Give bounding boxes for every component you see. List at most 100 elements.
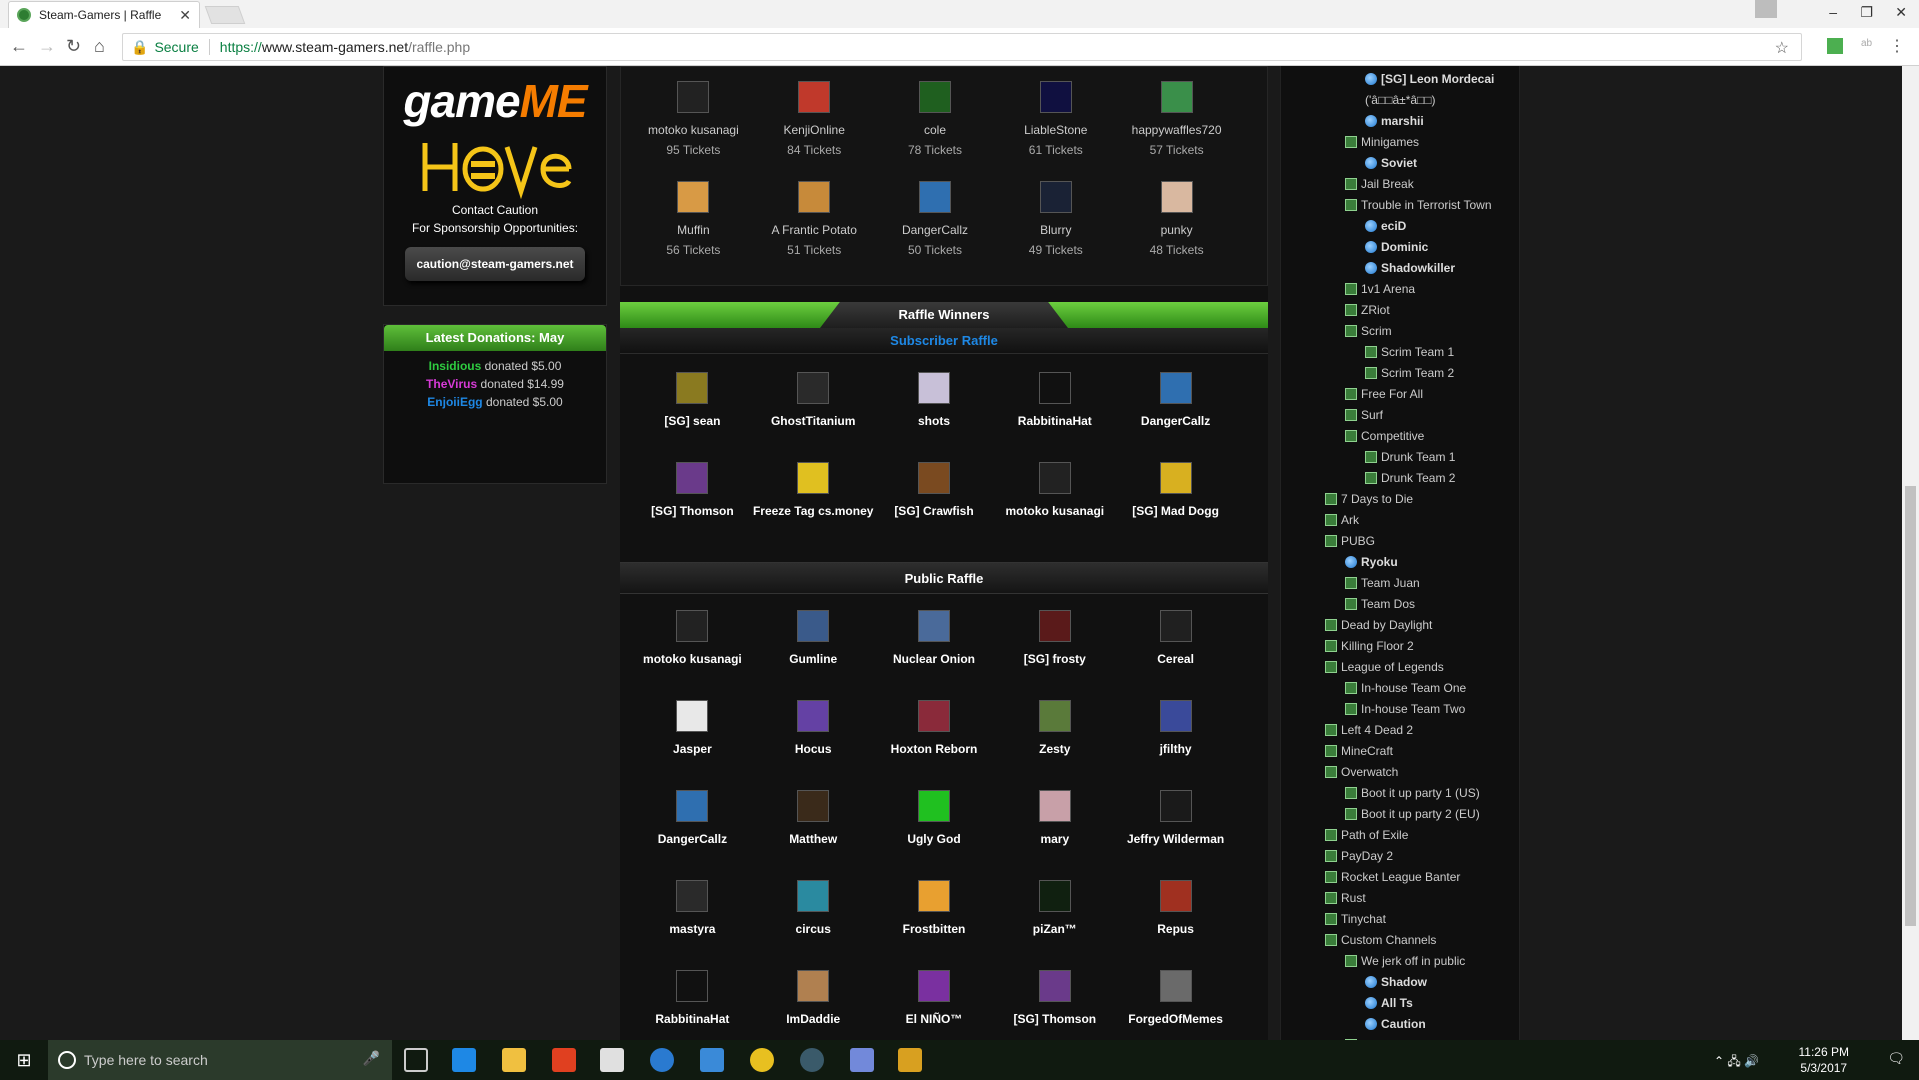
avatar-icon[interactable] [797,970,830,1002]
new-tab-button[interactable] [204,6,246,24]
ts-channel-row[interactable]: Competitive [1345,429,1424,443]
winner-name[interactable]: [SG] Mad Dogg [1115,503,1236,520]
avatar-icon[interactable] [1159,462,1192,494]
avatar-icon[interactable] [917,372,950,404]
ts-channel-row[interactable]: Custom Channels [1325,933,1436,947]
profile-icon[interactable] [1755,0,1777,18]
app-icon-3[interactable] [700,1048,724,1072]
ts-channel-row[interactable]: Killing Floor 2 [1325,639,1414,653]
avatar-icon[interactable] [798,181,831,213]
avatar-icon[interactable] [1160,181,1193,213]
winner-name[interactable]: mastyra [632,921,753,938]
winner-name[interactable]: [SG] sean [632,413,753,430]
ts-channel-row[interactable]: Scrim Team 2 [1365,366,1454,380]
avatar-icon[interactable] [1159,372,1192,404]
avatar-icon[interactable] [1159,700,1192,732]
ts-channel-row[interactable]: Dead by Daylight [1325,618,1432,632]
ts-user-row[interactable]: [SG] Leon Mordecai [1365,72,1494,86]
avatar-icon[interactable] [676,462,709,494]
winner-name[interactable]: [SG] frosty [994,651,1115,668]
minimize-icon[interactable]: – [1829,4,1837,20]
avatar-icon[interactable] [1038,462,1071,494]
ts-channel-row[interactable]: Overwatch [1325,765,1398,779]
ts-channel-row[interactable]: Scrim [1345,324,1392,338]
back-icon[interactable]: ← [10,36,28,57]
avatar-icon[interactable] [917,700,950,732]
player-name[interactable]: punky [1116,223,1237,237]
avatar-icon[interactable] [676,970,709,1002]
bookmark-star-icon[interactable]: ☆ [1775,38,1789,58]
ts-user-row[interactable]: Caution [1365,1017,1426,1031]
winner-name[interactable]: Ugly God [874,831,995,848]
ts-channel-row[interactable]: Ark [1325,513,1359,527]
ts-user-row[interactable]: All Ts [1365,996,1413,1010]
browser-menu-icon[interactable]: ⋮ [1889,36,1905,56]
scrollbar-thumb[interactable] [1905,486,1916,926]
winner-name[interactable]: El NIÑO™ [874,1011,995,1028]
donor-name[interactable]: EnjoiiEgg [427,395,482,409]
clock[interactable]: 11:26 PM 5/3/2017 [1799,1044,1849,1076]
winner-name[interactable]: DangerCallz [632,831,753,848]
winner-name[interactable]: [SG] Thomson [994,1011,1115,1028]
winner-name[interactable]: motoko kusanagi [632,651,753,668]
player-name[interactable]: A Frantic Potato [754,223,875,237]
ts-channel-row[interactable]: League of Legends [1325,660,1444,674]
winner-name[interactable]: shots [874,413,995,430]
system-tray-icons[interactable]: ⌃ 🖧 🔊 [1714,1052,1759,1073]
avatar-icon[interactable] [1038,790,1071,822]
edge-icon[interactable] [452,1048,476,1072]
winner-name[interactable]: circus [753,921,874,938]
taskbar-search-input[interactable]: Type here to search 🎤 [48,1040,392,1080]
avatar-icon[interactable] [797,372,830,404]
app-icon-4[interactable] [800,1048,824,1072]
ts-channel-row[interactable]: In-house Team One [1345,681,1466,695]
avatar-icon[interactable] [1159,880,1192,912]
ts-channel-row[interactable]: 7 Days to Die [1325,492,1413,506]
winner-name[interactable]: Jasper [632,741,753,758]
winner-name[interactable]: piZan™ [994,921,1115,938]
app-icon-2[interactable] [650,1048,674,1072]
winner-name[interactable]: Hoxton Reborn [874,741,995,758]
avatar-icon[interactable] [676,880,709,912]
winner-name[interactable]: RabbitinaHat [994,413,1115,430]
ts-channel-row[interactable]: ZRiot [1345,303,1390,317]
ts-channel-row[interactable]: Path of Exile [1325,828,1408,842]
file-explorer-icon[interactable] [502,1048,526,1072]
task-view-icon[interactable] [404,1048,428,1072]
ts-user-row[interactable]: eciD [1365,219,1406,233]
ts-channel-row[interactable]: Surf [1345,408,1383,422]
avatar-icon[interactable] [1039,81,1072,113]
ts-channel-row[interactable]: Free For All [1345,387,1423,401]
window-close-icon[interactable]: ✕ [1895,4,1907,21]
donor-name[interactable]: TheVirus [426,377,477,391]
winner-name[interactable]: GhostTitanium [753,413,874,430]
forward-icon[interactable]: → [38,36,56,57]
donor-name[interactable]: Insidious [429,359,482,373]
restore-icon[interactable]: ❐ [1860,4,1873,21]
chrome-icon[interactable] [750,1048,774,1072]
ts-user-row[interactable]: marshii [1365,114,1424,128]
avatar-icon[interactable] [676,610,709,642]
avatar-icon[interactable] [917,610,950,642]
avatar-icon[interactable] [797,880,830,912]
ts-channel-row[interactable]: Rust [1325,891,1366,905]
winner-name[interactable]: Zesty [994,741,1115,758]
winner-name[interactable]: [SG] Crawfish [874,503,995,520]
winner-name[interactable]: RabbitinaHat [632,1011,753,1028]
avatar-icon[interactable] [1159,610,1192,642]
ts-channel-row[interactable]: Tinychat [1325,912,1386,926]
avatar-icon[interactable] [1038,700,1071,732]
winner-name[interactable]: Freeze Tag cs.money [753,503,874,520]
ts-channel-row[interactable]: 1v1 Arena [1345,282,1415,296]
home-icon[interactable]: ⌂ [94,36,105,57]
avatar-icon[interactable] [1039,181,1072,213]
ts-channel-row[interactable]: ('â□□â±*â□□) [1365,93,1436,107]
ts-user-row[interactable]: Shadow [1365,975,1427,989]
winner-name[interactable]: [SG] Thomson [632,503,753,520]
player-name[interactable]: Blurry [995,223,1116,237]
discord-icon[interactable] [850,1048,874,1072]
avatar-icon[interactable] [797,462,830,494]
ts-channel-row[interactable]: Jail Break [1345,177,1414,191]
app-icon-1[interactable] [552,1048,576,1072]
reload-icon[interactable]: ↻ [66,36,81,57]
